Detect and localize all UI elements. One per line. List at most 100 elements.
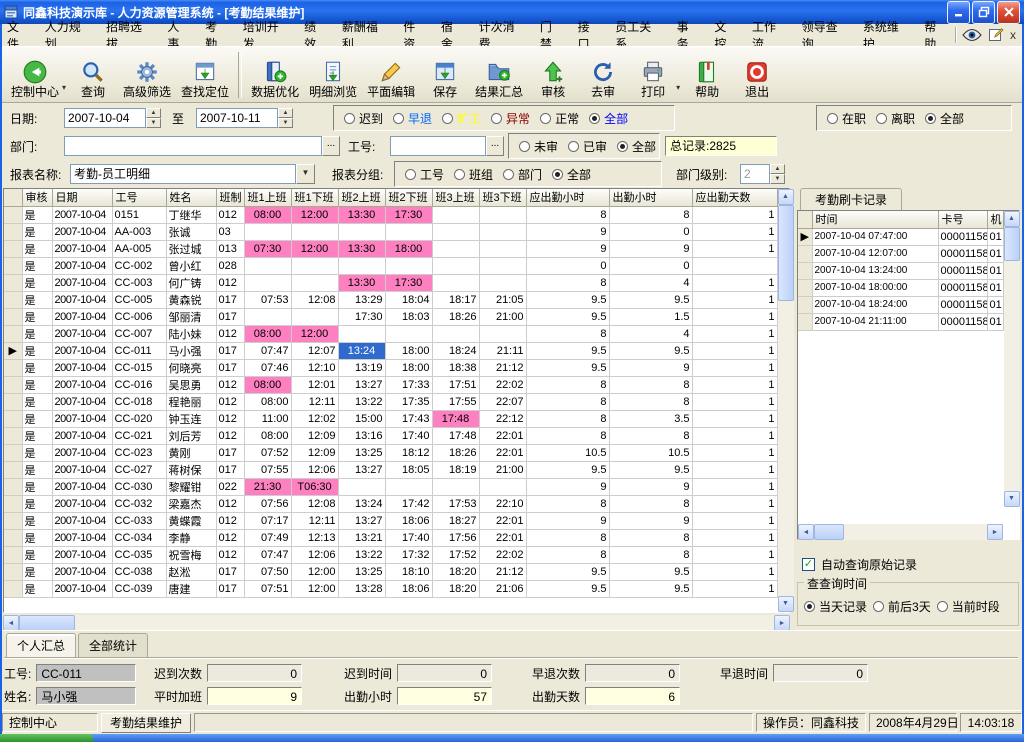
start-button-edge[interactable] xyxy=(0,734,93,742)
cell[interactable]: 3.5 xyxy=(609,410,692,427)
cell[interactable]: 是 xyxy=(22,546,52,563)
cell[interactable]: 黄森锐 xyxy=(166,291,216,308)
cell[interactable]: AA-003 xyxy=(112,223,166,240)
cell[interactable]: 13:24 xyxy=(338,342,385,359)
cell[interactable]: 17:35 xyxy=(385,393,432,410)
cell[interactable]: 9.5 xyxy=(609,291,692,308)
cell[interactable]: 21:00 xyxy=(479,461,526,478)
cell[interactable]: 张过城 xyxy=(166,240,216,257)
cell[interactable]: 12:11 xyxy=(291,512,338,529)
cell[interactable]: 07:49 xyxy=(244,529,291,546)
cell[interactable] xyxy=(338,223,385,240)
plane-edit-button[interactable]: 平面编辑 xyxy=(362,49,420,101)
cell[interactable]: 2007-10-04 xyxy=(52,580,112,597)
cell[interactable]: 1 xyxy=(692,240,777,257)
cell[interactable]: CC-002 xyxy=(112,257,166,274)
table-row[interactable]: ▶是2007-10-04CC-011马小强01707:4712:0713:241… xyxy=(4,342,777,359)
print-button[interactable]: 打印 xyxy=(628,49,678,101)
cell[interactable]: 13:29 xyxy=(338,291,385,308)
scroll-down-button[interactable]: ▼ xyxy=(778,596,794,612)
cell[interactable]: 21:00 xyxy=(479,308,526,325)
cell[interactable]: 07:55 xyxy=(244,461,291,478)
table-row[interactable]: 是2007-10-04AA-005张过城01307:3012:0013:3018… xyxy=(4,240,777,257)
radio-option[interactable]: 部门 xyxy=(503,166,542,183)
cell[interactable]: 2007-10-04 xyxy=(52,240,112,257)
scroll-left-button[interactable]: ◄ xyxy=(3,615,19,631)
cell[interactable]: 017 xyxy=(216,308,244,325)
cell[interactable]: 0151 xyxy=(112,206,166,223)
cell[interactable] xyxy=(291,308,338,325)
cell[interactable]: 2007-10-04 xyxy=(52,376,112,393)
radio-icon[interactable] xyxy=(393,113,404,124)
cell[interactable]: 12:08 xyxy=(291,291,338,308)
cell[interactable]: 13:25 xyxy=(338,444,385,461)
column-header[interactable]: 卡号 xyxy=(938,211,987,228)
cell[interactable]: 0000115810 xyxy=(938,279,987,296)
cell[interactable]: 1 xyxy=(692,359,777,376)
cell[interactable]: 028 xyxy=(216,257,244,274)
cell[interactable]: 2007-10-04 07:47:00 xyxy=(812,228,938,245)
cell[interactable]: 17:33 xyxy=(385,376,432,393)
cell[interactable]: 13:27 xyxy=(338,376,385,393)
cell[interactable]: 17:32 xyxy=(385,546,432,563)
column-header[interactable]: 应出勤天数 xyxy=(692,189,777,206)
cell[interactable]: 9 xyxy=(609,240,692,257)
dropdown-arrow-icon[interactable]: ▾ xyxy=(62,83,66,92)
cell[interactable]: 8 xyxy=(526,546,609,563)
cell[interactable]: 9 xyxy=(526,512,609,529)
cell[interactable]: 22:01 xyxy=(479,512,526,529)
cell[interactable]: 0000115810 xyxy=(938,228,987,245)
cell[interactable]: 2007-10-04 xyxy=(52,512,112,529)
column-header[interactable]: 机 xyxy=(987,211,1003,228)
cell[interactable]: CC-023 xyxy=(112,444,166,461)
cell[interactable]: 1 xyxy=(692,410,777,427)
cell[interactable]: 12:13 xyxy=(291,529,338,546)
column-header[interactable]: 出勤小时 xyxy=(609,189,692,206)
card-row[interactable]: 2007-10-04 18:00:00000011581001 xyxy=(798,279,1003,296)
radio-icon[interactable] xyxy=(925,113,936,124)
cell[interactable] xyxy=(338,325,385,342)
cell[interactable]: CC-038 xyxy=(112,563,166,580)
cell[interactable]: 0000115810 xyxy=(938,313,987,330)
cell[interactable]: 13:24 xyxy=(338,495,385,512)
cell[interactable]: 2007-10-04 12:07:00 xyxy=(812,245,938,262)
cell[interactable]: 012 xyxy=(216,427,244,444)
cell[interactable] xyxy=(385,325,432,342)
cell[interactable]: 是 xyxy=(22,563,52,580)
cell[interactable]: 1 xyxy=(692,393,777,410)
cell[interactable]: CC-005 xyxy=(112,291,166,308)
cell[interactable]: 22:10 xyxy=(479,495,526,512)
cell[interactable]: 1 xyxy=(692,308,777,325)
radio-option[interactable]: 全部 xyxy=(617,138,656,155)
cell[interactable] xyxy=(432,206,479,223)
cell[interactable]: CC-015 xyxy=(112,359,166,376)
date-from-spinner[interactable]: ▲▼ xyxy=(146,108,161,128)
cell[interactable]: 是 xyxy=(22,580,52,597)
cell[interactable]: 是 xyxy=(22,308,52,325)
dept-level-input[interactable]: 2 xyxy=(740,164,770,184)
cell[interactable]: 012 xyxy=(216,410,244,427)
cell[interactable]: 1 xyxy=(692,495,777,512)
cell[interactable]: 祝雪梅 xyxy=(166,546,216,563)
column-header[interactable]: 时间 xyxy=(812,211,938,228)
table-row[interactable]: 是2007-10-04AA-003张诚03901 xyxy=(4,223,777,240)
cell[interactable]: CC-011 xyxy=(112,342,166,359)
cell[interactable]: 1 xyxy=(692,223,777,240)
cell[interactable]: 013 xyxy=(216,240,244,257)
cell[interactable]: 17:52 xyxy=(432,546,479,563)
table-row[interactable]: 是2007-10-04CC-035祝雪梅01207:4712:0613:2217… xyxy=(4,546,777,563)
eye-icon[interactable] xyxy=(962,28,982,42)
cell[interactable]: 9.5 xyxy=(526,563,609,580)
cell[interactable]: 2007-10-04 xyxy=(52,563,112,580)
radio-icon[interactable] xyxy=(405,169,416,180)
cell[interactable]: 18:04 xyxy=(385,291,432,308)
radio-option[interactable]: 当天记录 xyxy=(804,598,867,615)
cell[interactable]: 07:52 xyxy=(244,444,291,461)
close-pane-icon[interactable]: x xyxy=(1010,28,1016,42)
cell[interactable]: 是 xyxy=(22,427,52,444)
cell[interactable]: 1 xyxy=(692,461,777,478)
card-row[interactable]: ▶2007-10-04 07:47:00000011581001 xyxy=(798,228,1003,245)
card-row[interactable]: 2007-10-04 13:24:00000011581001 xyxy=(798,262,1003,279)
cell[interactable]: 08:00 xyxy=(244,393,291,410)
cell[interactable]: 18:17 xyxy=(432,291,479,308)
